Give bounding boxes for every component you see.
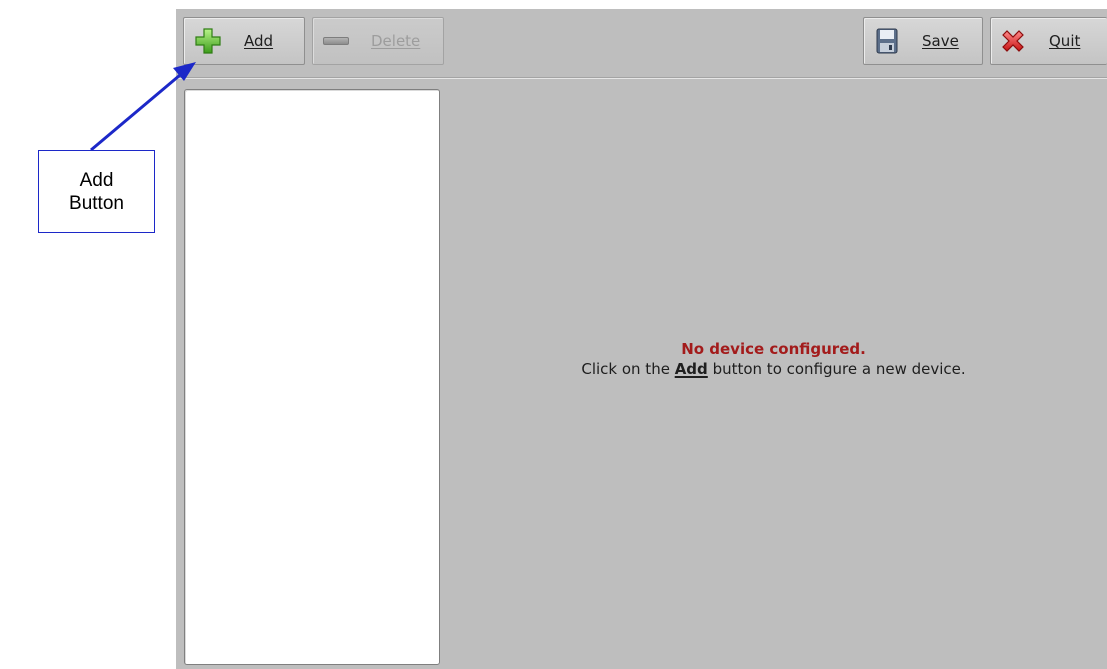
screenshot-stage: Add Delete Save Quit No device configure… — [0, 0, 1107, 669]
hint-keyword: Add — [674, 360, 708, 378]
save-button[interactable]: Save — [863, 17, 983, 65]
save-button-label: Save — [922, 32, 959, 50]
annotation-line-2: Button — [69, 192, 124, 214]
toolbar: Add Delete Save Quit — [176, 9, 1107, 77]
toolbar-separator — [176, 77, 1107, 79]
delete-button-label: Delete — [371, 32, 421, 50]
annotation-line-1: Add — [79, 169, 114, 191]
status-hint: Click on the Add button to configure a n… — [440, 359, 1107, 379]
plus-icon — [194, 27, 222, 55]
add-button-label: Add — [244, 32, 274, 50]
hint-text-before: Click on the — [581, 360, 675, 378]
red-x-icon — [999, 27, 1027, 55]
minus-icon — [323, 37, 349, 45]
empty-state-message: No device configured. Click on the Add b… — [440, 339, 1107, 379]
floppy-disk-icon — [876, 28, 898, 54]
status-title: No device configured. — [681, 340, 866, 358]
device-config-window: Add Delete Save Quit No device configure… — [176, 9, 1107, 669]
annotation-callout: Add Button — [38, 150, 155, 233]
quit-button[interactable]: Quit — [990, 17, 1107, 65]
device-list[interactable] — [184, 89, 440, 665]
hint-text-after: button to configure a new device. — [707, 360, 966, 378]
delete-button[interactable]: Delete — [312, 17, 444, 65]
quit-button-label: Quit — [1049, 32, 1081, 50]
add-button[interactable]: Add — [183, 17, 305, 65]
